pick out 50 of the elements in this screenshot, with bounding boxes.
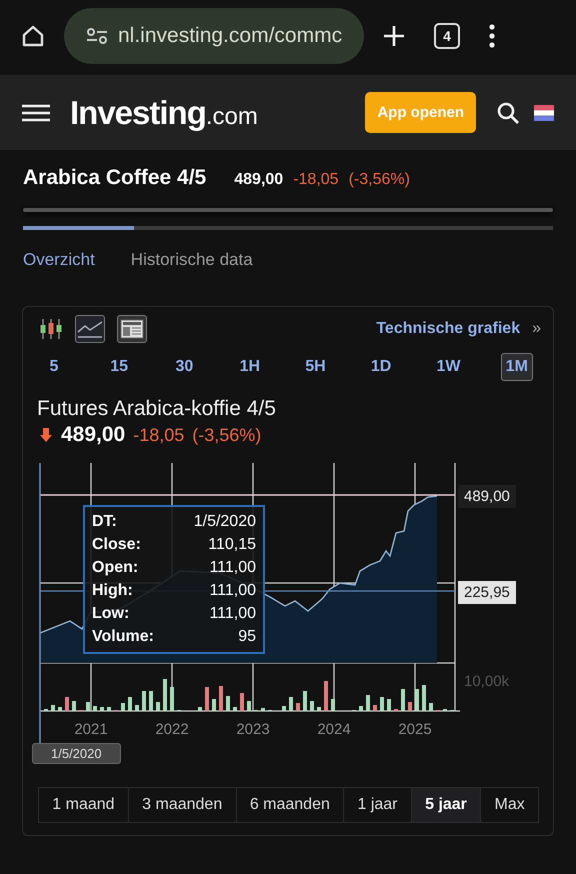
price-axis-label: 225,95 xyxy=(458,581,516,604)
volume-axis-label: 10,00k xyxy=(464,673,510,690)
price: 489,00 xyxy=(61,423,126,447)
year-axis-label: 2021 xyxy=(73,721,109,738)
tooltip-label: Low: xyxy=(92,605,130,623)
interval-button[interactable]: 15 xyxy=(104,353,134,381)
interval-button[interactable]: 1H xyxy=(234,353,266,381)
page-tab[interactable]: Overzicht xyxy=(23,250,95,270)
range-button[interactable]: Max xyxy=(481,788,538,822)
range-button[interactable]: 3 maanden xyxy=(128,788,237,822)
tooltip-value: 95 xyxy=(237,628,256,646)
tooltip-value: 1/5/2020 xyxy=(192,513,256,531)
price-change: -18,05 xyxy=(133,424,184,446)
instrument-name: Arabica Coffee 4/5 xyxy=(23,166,206,190)
tooltip-label: High: xyxy=(92,582,134,600)
price: 489,00 xyxy=(234,171,284,189)
tooltip-label: Open: xyxy=(92,559,140,577)
interval-button[interactable]: 5H xyxy=(300,353,331,381)
range-button[interactable]: 1 maand xyxy=(39,788,129,822)
double-arrow-link[interactable]: » xyxy=(532,320,541,338)
interval-button[interactable]: 1W xyxy=(431,353,466,381)
year-axis-label: 2022 xyxy=(154,721,190,738)
tooltip-label: Volume: xyxy=(92,628,154,646)
interval-button[interactable]: 1D xyxy=(366,353,396,381)
technical-chart-link[interactable]: Technische grafiek xyxy=(376,320,520,338)
tooltip-label: Close: xyxy=(92,536,142,554)
year-axis-label: 2023 xyxy=(235,721,271,738)
range-button[interactable]: 5 jaar xyxy=(412,788,482,822)
page-tab[interactable]: Historische data xyxy=(130,250,253,270)
price-change-percent: (-3,56%) xyxy=(192,424,262,446)
chart-title: Futures Arabica-koffie 4/5 xyxy=(36,396,277,421)
url-text: nl.investing.com/commc xyxy=(118,24,342,48)
tooltip-label: DT: xyxy=(92,513,118,531)
interval-button[interactable]: 30 xyxy=(169,353,200,381)
year-axis-label: 2024 xyxy=(316,721,352,738)
price-change-percent: (-3,56%) xyxy=(348,171,410,189)
year-axis-label: 2025 xyxy=(397,721,433,738)
price-change: -18,05 xyxy=(293,171,339,189)
tooltip-value: 111,00 xyxy=(208,605,256,623)
interval-button[interactable]: 5 xyxy=(39,353,69,381)
tooltip-value: 111,00 xyxy=(208,559,256,577)
tab-count-button[interactable]: 4 xyxy=(434,23,460,49)
cursor-date-label: 1/5/2020 xyxy=(32,743,121,764)
price-axis-label: 489,00 xyxy=(458,485,516,508)
interval-button[interactable]: 1M xyxy=(500,353,533,381)
tooltip-value: 111,00 xyxy=(208,582,256,600)
tooltip-value: 110,15 xyxy=(207,536,256,554)
logo[interactable]: Investing.com xyxy=(70,94,258,132)
address-bar[interactable]: nl.investing.com/commc xyxy=(64,8,364,64)
range-button[interactable]: 6 maanden xyxy=(236,788,344,822)
